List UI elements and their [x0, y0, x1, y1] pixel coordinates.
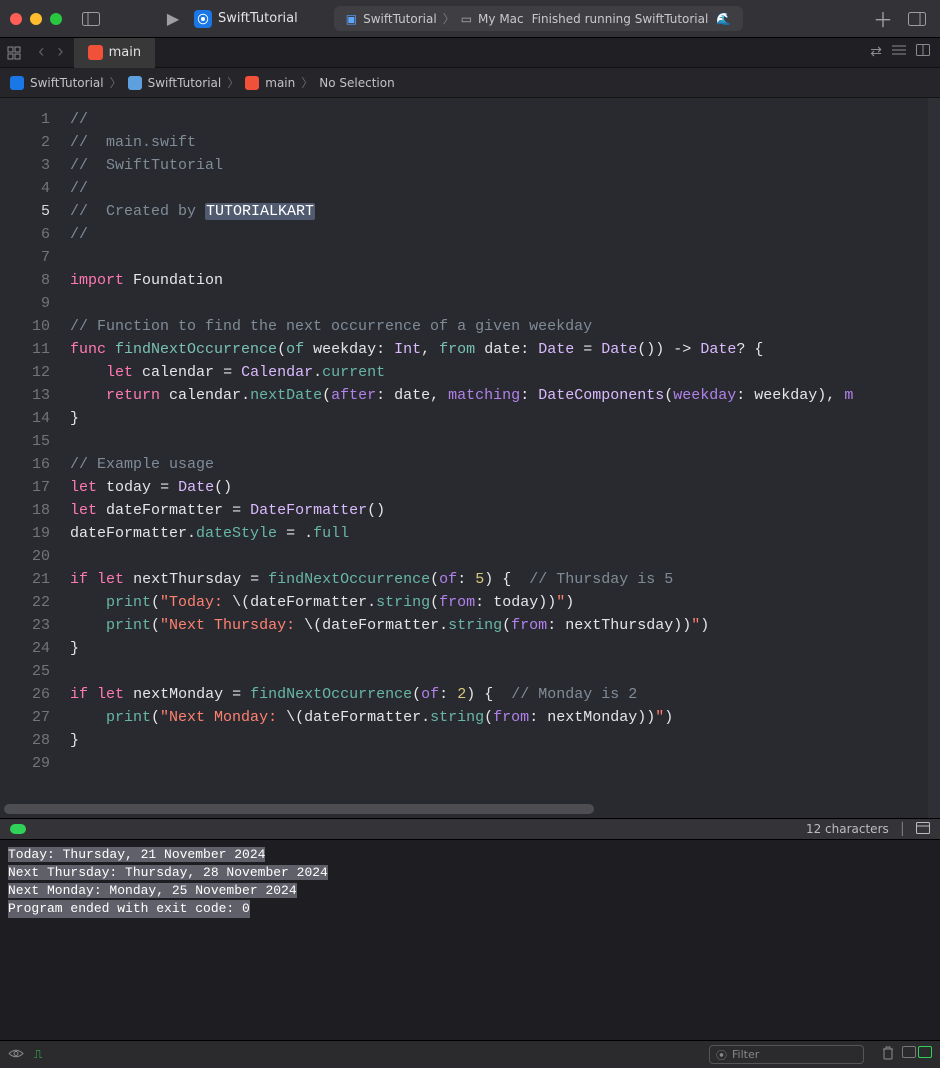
- jump-bar-item[interactable]: main: [265, 76, 295, 90]
- console-output-icon[interactable]: [916, 822, 930, 837]
- line-gutter: 1234567891011121314151617181920212223242…: [0, 98, 60, 818]
- sidebar-toggle-icon[interactable]: [78, 6, 104, 32]
- chevron-right-icon: 〉: [110, 74, 122, 91]
- debug-bar: 12 characters │: [0, 818, 940, 840]
- tab-strip: ‹ › main ⇄: [0, 38, 940, 68]
- jump-bar[interactable]: SwiftTutorial 〉 SwiftTutorial 〉 main 〉 N…: [0, 68, 940, 98]
- minimap[interactable]: [928, 98, 940, 818]
- adjust-editor-icon[interactable]: ⇄: [870, 44, 882, 61]
- tab-main[interactable]: main: [74, 38, 155, 68]
- editor-options-icon[interactable]: [892, 44, 906, 61]
- debug-bottom-bar: ⎍ ⦿ Filter: [0, 1040, 940, 1068]
- xcode-project-icon: ▣: [346, 12, 357, 26]
- jump-bar-item[interactable]: No Selection: [319, 76, 394, 90]
- code-area[interactable]: //// main.swift// SwiftTutorial//// Crea…: [60, 98, 940, 818]
- quick-look-icon[interactable]: [8, 1048, 24, 1062]
- activity-pill[interactable]: ▣ SwiftTutorial 〉 ▭ My Mac Finished runn…: [334, 6, 744, 31]
- mac-icon: ▭: [461, 12, 472, 26]
- traffic-lights: [10, 13, 62, 25]
- zoom-window-button[interactable]: [50, 13, 62, 25]
- console-view-toggle[interactable]: [918, 1046, 932, 1058]
- tab-label: main: [109, 45, 141, 60]
- project-icon: [10, 76, 24, 90]
- minimize-window-button[interactable]: [30, 13, 42, 25]
- wave-icon: 🌊: [716, 12, 731, 26]
- code-editor[interactable]: 1234567891011121314151617181920212223242…: [0, 98, 940, 818]
- scheme-selector[interactable]: ⦿ SwiftTutorial: [194, 10, 298, 28]
- swift-file-icon: [88, 45, 103, 60]
- forward-button[interactable]: ›: [51, 43, 70, 63]
- filter-icon: ⦿: [716, 1047, 727, 1063]
- line-segment-icon: │: [899, 822, 906, 836]
- back-button[interactable]: ‹: [32, 43, 51, 63]
- titlebar: ▶ ⦿ SwiftTutorial ▣ SwiftTutorial 〉 ▭ My…: [0, 0, 940, 38]
- memory-graph-icon[interactable]: ⎍: [34, 1047, 42, 1062]
- run-button[interactable]: ▶: [160, 6, 186, 32]
- variables-view-toggle[interactable]: [902, 1046, 916, 1058]
- chevron-right-icon: 〉: [227, 74, 239, 91]
- chevron-right-icon: 〉: [301, 74, 313, 91]
- trash-icon[interactable]: [882, 1046, 894, 1063]
- related-items-icon[interactable]: [0, 46, 28, 60]
- breakpoint-toggle[interactable]: [10, 824, 26, 834]
- selection-status: 12 characters: [806, 822, 889, 836]
- pill-destination: My Mac: [478, 12, 524, 26]
- scheme-name: SwiftTutorial: [218, 11, 298, 26]
- chevron-right-icon: 〉: [443, 10, 455, 27]
- add-tab-button[interactable]: ＋: [870, 6, 896, 32]
- swift-file-icon: [245, 76, 259, 90]
- pill-project: SwiftTutorial: [363, 12, 437, 26]
- folder-icon: [128, 76, 142, 90]
- app-icon: ⦿: [194, 10, 212, 28]
- pill-status: Finished running SwiftTutorial: [532, 12, 709, 26]
- close-window-button[interactable]: [10, 13, 22, 25]
- filter-placeholder: Filter: [732, 1048, 759, 1061]
- add-editor-icon[interactable]: [916, 44, 930, 61]
- jump-bar-item[interactable]: SwiftTutorial: [148, 76, 222, 90]
- console-output[interactable]: Today: Thursday, 21 November 2024Next Th…: [0, 840, 940, 1040]
- console-filter-input[interactable]: ⦿ Filter: [709, 1045, 864, 1064]
- jump-bar-item[interactable]: SwiftTutorial: [30, 76, 104, 90]
- library-toggle-icon[interactable]: [904, 6, 930, 32]
- panel-toggle[interactable]: [902, 1046, 932, 1063]
- horizontal-scrollbar[interactable]: [4, 804, 594, 814]
- history-nav: ‹ ›: [28, 43, 74, 63]
